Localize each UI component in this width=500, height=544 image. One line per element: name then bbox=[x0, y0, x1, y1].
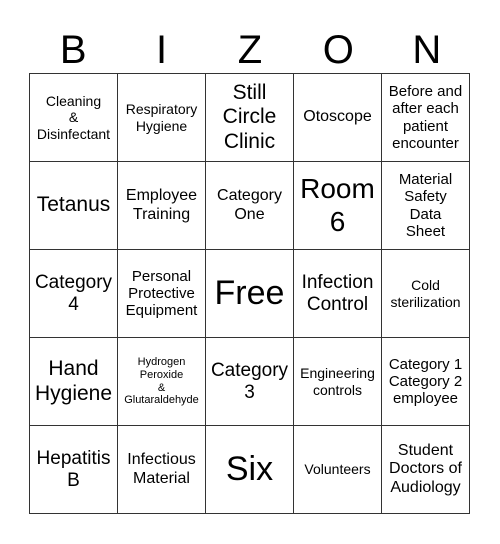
bingo-cell[interactable]: Volunteers bbox=[294, 426, 382, 514]
bingo-header: B I Z O N bbox=[29, 28, 471, 72]
bingo-cell[interactable]: Student Doctors of Audiology bbox=[382, 426, 470, 514]
bingo-cell[interactable]: Personal Protective Equipment bbox=[118, 250, 206, 338]
bingo-cell[interactable]: Otoscope bbox=[294, 74, 382, 162]
bingo-cell[interactable]: Infectious Material bbox=[118, 426, 206, 514]
header-letter-o: O bbox=[322, 28, 354, 72]
bingo-cell[interactable]: Material Safety Data Sheet bbox=[382, 162, 470, 250]
bingo-cell[interactable]: Hepatitis B bbox=[30, 426, 118, 514]
bingo-grid: Cleaning & Disinfectant Respiratory Hygi… bbox=[29, 73, 470, 514]
bingo-cell[interactable]: Employee Training bbox=[118, 162, 206, 250]
bingo-cell[interactable]: Category One bbox=[206, 162, 294, 250]
header-letter-b: B bbox=[59, 28, 87, 72]
header-letter-i: I bbox=[156, 28, 168, 72]
bingo-cell[interactable]: Six bbox=[206, 426, 294, 514]
bingo-cell[interactable]: Hydrogen Peroxide & Glutaraldehyde bbox=[118, 338, 206, 426]
bingo-cell[interactable]: Still Circle Clinic bbox=[206, 74, 294, 162]
bingo-cell[interactable]: Engineering controls bbox=[294, 338, 382, 426]
bingo-cell[interactable]: Respiratory Hygiene bbox=[118, 74, 206, 162]
bingo-cell[interactable]: Cold sterilization bbox=[382, 250, 470, 338]
bingo-cell[interactable]: Infection Control bbox=[294, 250, 382, 338]
free-space-cell[interactable]: Free bbox=[206, 250, 294, 338]
bingo-cell[interactable]: Hand Hygiene bbox=[30, 338, 118, 426]
bingo-cell[interactable]: Category 1 Category 2 employee bbox=[382, 338, 470, 426]
bingo-cell[interactable]: Tetanus bbox=[30, 162, 118, 250]
header-letter-z: Z bbox=[237, 28, 263, 72]
bingo-cell[interactable]: Category 3 bbox=[206, 338, 294, 426]
bingo-cell[interactable]: Before and after each patient encounter bbox=[382, 74, 470, 162]
bingo-cell[interactable]: Room 6 bbox=[294, 162, 382, 250]
bingo-cell[interactable]: Category 4 bbox=[30, 250, 118, 338]
bingo-cell[interactable]: Cleaning & Disinfectant bbox=[30, 74, 118, 162]
header-letter-n: N bbox=[412, 28, 442, 72]
